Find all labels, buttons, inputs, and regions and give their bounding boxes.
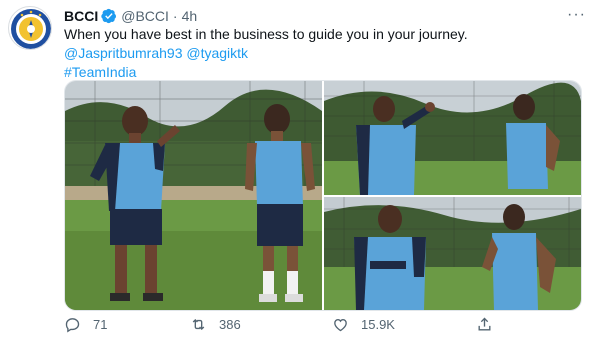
bcci-logo — [11, 9, 51, 49]
account-handle[interactable]: @BCCI — [121, 8, 169, 24]
tweet-header: BCCI @BCCI · 4h — [64, 6, 197, 26]
tweet-card[interactable]: BCCI @BCCI · 4h ··· When you have best i… — [0, 0, 600, 338]
retweet-button[interactable]: 386 — [190, 316, 241, 333]
share-icon — [478, 317, 491, 331]
photo-3[interactable] — [324, 197, 581, 310]
like-button[interactable]: 15.9K — [332, 316, 395, 333]
reply-count: 71 — [93, 317, 108, 332]
tweet-actions: 71 386 15.9K — [64, 316, 524, 336]
mention-links[interactable]: @Jaspritbumrah93 @tyagiktk — [64, 44, 584, 63]
share-button[interactable] — [476, 316, 505, 333]
verified-icon — [101, 8, 117, 24]
media-grid — [64, 80, 582, 311]
avatar[interactable] — [8, 6, 52, 50]
tweet-text: When you have best in the business to gu… — [64, 25, 584, 82]
photo-1[interactable] — [65, 81, 322, 310]
like-count: 15.9K — [361, 317, 395, 332]
timestamp[interactable]: 4h — [182, 8, 198, 24]
retweet-count: 386 — [219, 317, 241, 332]
more-icon[interactable]: ··· — [567, 6, 586, 24]
tweet-body: When you have best in the business to gu… — [64, 26, 468, 42]
account-name[interactable]: BCCI — [64, 8, 98, 24]
reply-icon — [65, 318, 80, 333]
like-icon — [334, 319, 347, 332]
reply-button[interactable]: 71 — [64, 316, 107, 333]
photo-2[interactable] — [324, 81, 581, 195]
separator-dot: · — [172, 8, 178, 24]
retweet-icon — [192, 318, 205, 331]
